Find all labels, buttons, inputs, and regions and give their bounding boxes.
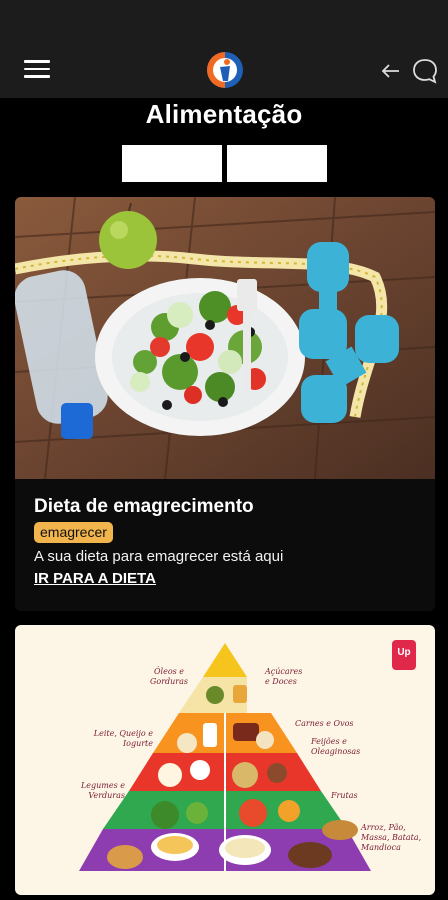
salad-dumbbells-water-photo [15, 197, 435, 479]
app-bar [0, 0, 448, 98]
diet-card-body: Dieta de emagrecimento emagrecer A sua d… [15, 479, 435, 611]
app-logo-icon [207, 52, 243, 88]
pyramid-label-vegetables: Legumes e Verduras [80, 781, 125, 800]
food-pyramid-card[interactable]: Up Óleos e Gorduras Açúcares e Doces Car… [15, 625, 435, 895]
diet-description: A sua dieta para emagrecer está aqui [34, 548, 284, 565]
pyramid-label-fruits: Frutas [331, 791, 358, 800]
pyramid-label-sugars: Açúcares e Doces [265, 667, 303, 686]
page-title: Alimentação [145, 99, 303, 129]
pyramid-label-oils: Óleos e Gorduras [149, 667, 188, 686]
diet-title: Dieta de emagrecimento [34, 496, 254, 517]
go-to-diet-link[interactable]: IR PARA A DIETA [34, 570, 156, 587]
pyramid-label-dairy: Leite, Queijo e Iogurte [93, 729, 153, 748]
hamburger-menu-icon[interactable] [24, 60, 50, 82]
diet-card[interactable]: Dieta de emagrecimento emagrecer A sua d… [15, 197, 435, 611]
pyramid-label-beans: Feijões e Oleaginosas [311, 737, 361, 756]
food-pyramid-illustration [79, 640, 416, 871]
chat-bubble-icon[interactable] [410, 56, 440, 86]
arrow-left-icon[interactable] [380, 60, 402, 82]
tab-2[interactable] [227, 145, 327, 182]
up-badge: Up [397, 647, 411, 658]
pyramid-label-grains: Arroz, Pão, Massa, Batata, Mandioca [361, 823, 422, 852]
diet-tag-badge: emagrecer [34, 522, 113, 543]
pyramid-label-meats: Carnes e Ovos [295, 719, 354, 728]
tab-1[interactable] [122, 145, 222, 182]
